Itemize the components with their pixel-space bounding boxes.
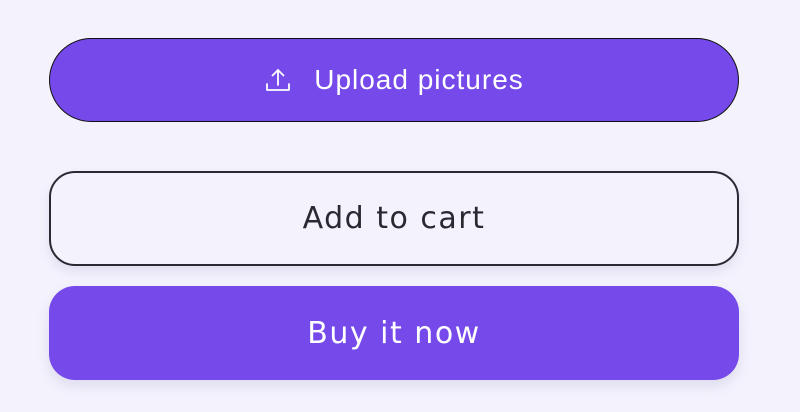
upload-icon — [264, 66, 292, 94]
add-to-cart-button[interactable]: Add to cart — [49, 171, 739, 266]
buy-it-now-label: Buy it now — [307, 315, 481, 351]
add-to-cart-label: Add to cart — [302, 201, 486, 236]
buy-it-now-button[interactable]: Buy it now — [49, 286, 739, 380]
upload-pictures-button[interactable]: Upload pictures — [49, 38, 739, 122]
upload-pictures-label: Upload pictures — [314, 64, 524, 95]
